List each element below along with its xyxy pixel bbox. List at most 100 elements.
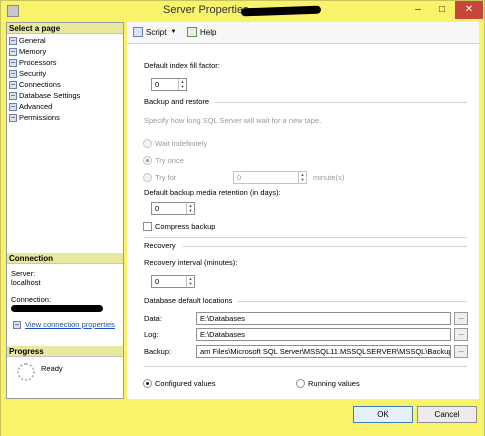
page-item-connections[interactable]: Connections xyxy=(9,79,80,90)
select-page-heading: Select a page xyxy=(7,23,123,34)
page-icon xyxy=(9,58,17,67)
script-label: Script xyxy=(146,27,167,37)
wait-indefinitely-radio[interactable] xyxy=(143,139,152,148)
log-browse-button[interactable]: ... xyxy=(454,328,468,341)
help-button[interactable]: Help xyxy=(187,27,216,37)
minimize-button[interactable]: ‒ xyxy=(407,1,429,19)
configured-values-radio[interactable] xyxy=(143,379,152,388)
fill-factor-value: 0 xyxy=(155,80,160,89)
progress-status: Ready xyxy=(41,364,63,373)
group-divider xyxy=(237,301,467,302)
wait-indefinitely-label: Wait indefinitely xyxy=(155,139,208,148)
data-location-input[interactable]: E:\Databases xyxy=(196,312,451,325)
properties-icon xyxy=(13,320,21,329)
help-icon xyxy=(187,27,197,37)
backup-browse-button[interactable]: ... xyxy=(454,345,468,358)
stepper-arrows-icon[interactable]: ▲ ▼ xyxy=(186,276,194,287)
configured-values-label: Configured values xyxy=(155,379,216,388)
server-value: localhost xyxy=(11,278,41,287)
page-item-label: Memory xyxy=(19,47,47,56)
cancel-button[interactable]: Cancel xyxy=(417,406,477,423)
script-button[interactable]: Script ▼ xyxy=(133,27,176,37)
try-for-radio[interactable] xyxy=(143,173,152,182)
server-label: Server: xyxy=(11,269,36,278)
try-for-label: Try for xyxy=(155,173,177,182)
view-connection-link[interactable]: View connection properties xyxy=(25,320,115,329)
window-title: Server Properties xyxy=(163,4,249,16)
recovery-interval-value: 0 xyxy=(155,277,160,286)
app-icon xyxy=(7,5,19,17)
view-connection-properties[interactable]: View connection properties xyxy=(13,320,115,329)
log-location-input[interactable]: E:\Databases xyxy=(196,328,451,341)
page-icon xyxy=(9,91,17,100)
page-icon xyxy=(9,80,17,89)
retention-stepper[interactable]: 0 ▲ ▼ xyxy=(151,202,195,215)
page-icon xyxy=(9,47,17,56)
help-label: Help xyxy=(200,27,217,37)
recovery-heading: Recovery xyxy=(144,241,176,250)
script-icon xyxy=(133,27,143,37)
page-icon xyxy=(9,113,17,122)
try-once-radio[interactable] xyxy=(143,156,152,165)
page-item-label: Connections xyxy=(19,80,61,89)
database-settings-page: Default index fill factor: 0 ▲ ▼ Backup a… xyxy=(127,44,479,399)
backup-location-input[interactable]: am Files\Microsoft SQL Server\MSSQL11.MS… xyxy=(196,345,451,358)
try-for-stepper[interactable]: 0 ▲ ▼ xyxy=(233,171,307,184)
log-location-label: Log: xyxy=(144,330,159,339)
page-item-label: Security xyxy=(19,69,47,78)
page-item-general[interactable]: General xyxy=(9,35,80,46)
page-item-processors[interactable]: Processors xyxy=(9,57,80,68)
maximize-button[interactable]: □ xyxy=(431,1,453,19)
page-item-memory[interactable]: Memory xyxy=(9,46,80,57)
fill-factor-label: Default index fill factor: xyxy=(144,61,220,70)
toolbar: Script ▼ Help xyxy=(127,22,479,44)
compress-backup-checkbox[interactable] xyxy=(143,222,152,231)
backup-restore-heading: Backup and restore xyxy=(144,97,210,106)
page-item-database-settings[interactable]: Database Settings xyxy=(9,90,80,101)
redacted-connection xyxy=(11,305,103,312)
backup-location-label: Backup: xyxy=(144,347,172,356)
fill-factor-stepper[interactable]: 0 ▲ ▼ xyxy=(151,78,187,91)
locations-heading: Database default locations xyxy=(144,296,233,305)
progress-spinner-icon xyxy=(17,363,35,381)
page-list: General Memory Processors Security Conne… xyxy=(9,35,80,123)
ok-button[interactable]: OK xyxy=(353,406,413,423)
connection-label: Connection: xyxy=(11,295,52,304)
stepper-arrows-icon[interactable]: ▲ ▼ xyxy=(298,172,306,183)
page-item-label: General xyxy=(19,36,46,45)
page-icon xyxy=(9,36,17,45)
left-panel: Select a page General Memory Processors … xyxy=(6,22,124,399)
data-location-label: Data: xyxy=(144,314,162,323)
page-item-label: Processors xyxy=(19,58,57,67)
page-item-label: Permissions xyxy=(19,113,60,122)
recovery-interval-label: Recovery interval (minutes): xyxy=(144,258,238,267)
page-item-permissions[interactable]: Permissions xyxy=(9,112,80,123)
group-divider xyxy=(144,237,467,238)
running-values-label: Running values xyxy=(308,379,360,388)
backup-hint: Specify how long SQL Server will wait fo… xyxy=(144,116,322,125)
retention-value: 0 xyxy=(155,204,160,213)
stepper-arrows-icon[interactable]: ▲ ▼ xyxy=(186,203,194,214)
connection-heading: Connection xyxy=(7,253,123,264)
try-once-label: Try once xyxy=(155,156,184,165)
running-values-radio[interactable] xyxy=(296,379,305,388)
dialog-button-bar: OK Cancel xyxy=(1,400,484,436)
minutes-label: minute(s) xyxy=(313,173,345,182)
chevron-down-icon[interactable]: ▼ xyxy=(170,29,176,35)
data-browse-button[interactable]: ... xyxy=(454,312,468,325)
try-for-value: 0 xyxy=(237,173,242,182)
title-bar[interactable]: Server Properties ‒ □ ✕ xyxy=(1,1,484,21)
progress-heading: Progress xyxy=(7,346,123,357)
group-divider xyxy=(215,102,467,103)
close-button[interactable]: ✕ xyxy=(455,1,483,19)
page-item-security[interactable]: Security xyxy=(9,68,80,79)
page-item-advanced[interactable]: Advanced xyxy=(9,101,80,112)
page-item-label: Database Settings xyxy=(19,91,81,100)
stepper-arrows-icon[interactable]: ▲ ▼ xyxy=(178,79,186,90)
server-properties-window: Server Properties ‒ □ ✕ Select a page Ge… xyxy=(0,0,485,436)
retention-label: Default backup media retention (in days)… xyxy=(144,188,281,197)
redacted-server-name xyxy=(240,5,322,17)
compress-backup-label: Compress backup xyxy=(155,222,216,231)
page-icon xyxy=(9,69,17,78)
recovery-interval-stepper[interactable]: 0 ▲ ▼ xyxy=(151,275,195,288)
